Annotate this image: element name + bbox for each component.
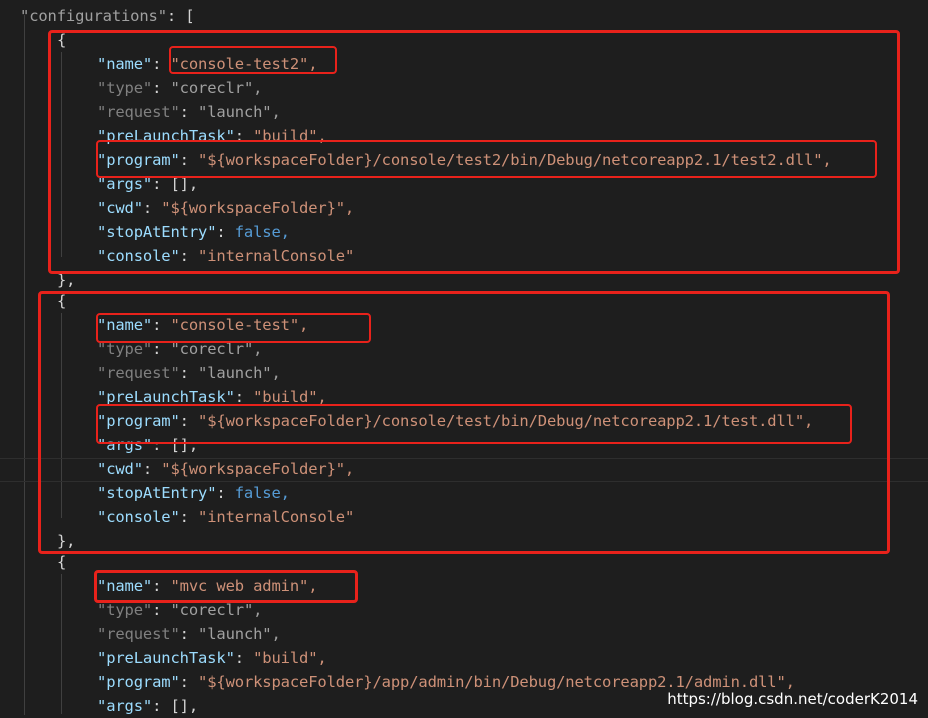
annotation-box-name-2 (96, 313, 371, 343)
property-key-text: type (106, 601, 143, 619)
annotation-box-name-3 (94, 570, 358, 603)
config-property-line: "preLaunchTask": "build", (97, 646, 327, 670)
configurations-key: "configurations" (20, 7, 167, 25)
property-value: "build", (253, 649, 327, 667)
property-key: "args" (97, 697, 153, 715)
property-value: "launch", (198, 625, 281, 643)
property-key: "type" (97, 601, 153, 619)
colon: : (179, 625, 199, 643)
colon: : (234, 649, 254, 667)
colon: : (152, 697, 171, 715)
property-key: "preLaunchTask" (97, 649, 235, 667)
watermark: https://blog.csdn.net/coderK2014 (667, 690, 918, 708)
code-editor[interactable]: "configurations": [ {"name": "console-te… (0, 0, 928, 717)
property-value: [], (170, 697, 199, 715)
annotation-box-program-1 (96, 140, 877, 178)
property-key: "request" (97, 625, 180, 643)
annotation-box-program-2 (96, 404, 852, 444)
property-value: "${workspaceFolder}/app/admin/bin/Debug/… (198, 673, 795, 691)
property-value: "coreclr", (170, 601, 263, 619)
colon: : (152, 601, 171, 619)
annotation-box-name-1 (169, 46, 337, 74)
property-key-text: request (106, 625, 171, 643)
config-property-line: "args": [], (97, 694, 198, 718)
indent-guide (24, 15, 25, 715)
config-property-line: "request": "launch", (97, 622, 281, 646)
configurations-bracket: : [ (166, 7, 195, 25)
property-key-text: args (106, 697, 143, 715)
colon: : (179, 673, 199, 691)
property-key-text: preLaunchTask (106, 649, 226, 667)
configurations-line: "configurations": [ (20, 4, 195, 28)
indent-guide (61, 574, 62, 714)
property-key: "program" (97, 673, 180, 691)
property-key-text: program (106, 673, 171, 691)
